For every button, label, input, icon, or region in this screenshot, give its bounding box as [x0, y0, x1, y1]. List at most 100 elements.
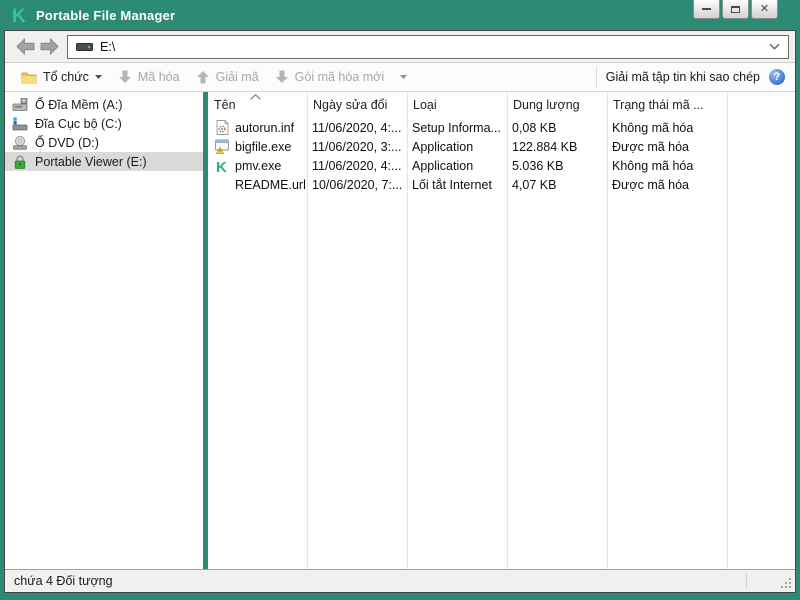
file-row[interactable]: README.url 10/06/2020, 7:... Lối tắt Int… — [208, 175, 795, 194]
file-name-cell: bigfile.exe — [208, 139, 307, 155]
file-name: autorun.inf — [235, 120, 295, 135]
window-controls: ✕ — [693, 0, 778, 19]
file-type: Application — [412, 139, 474, 154]
chevron-down-icon[interactable] — [769, 43, 780, 50]
dvd-drive-icon — [13, 135, 27, 150]
file-list: Tên Ngày sửa đổi Loại Dung lượng Trạng t… — [208, 92, 795, 569]
column-separator[interactable] — [307, 92, 308, 569]
svg-text:K: K — [12, 6, 26, 26]
sidebar-item-dvd-d[interactable]: Ổ DVD (D:) — [5, 133, 203, 152]
file-type: Application — [412, 158, 474, 173]
column-header-name[interactable]: Tên — [208, 98, 307, 112]
file-status: Không mã hóa — [612, 120, 694, 135]
folder-icon — [21, 72, 37, 83]
file-name-cell: K pmv.exe — [208, 158, 307, 174]
kaspersky-app-icon: K — [214, 158, 230, 174]
back-button[interactable] — [13, 35, 37, 59]
help-button[interactable]: ? — [769, 69, 785, 85]
close-icon: ✕ — [759, 2, 770, 15]
sort-ascending-icon — [250, 94, 261, 100]
arrow-down-icon — [118, 70, 131, 83]
column-header-modified[interactable]: Ngày sửa đổi — [307, 98, 407, 112]
minimize-icon — [702, 8, 711, 10]
back-icon — [15, 38, 34, 55]
file-size: 4,07 KB — [512, 177, 557, 192]
drive-label: Portable Viewer (E:) — [35, 154, 147, 169]
window-content: E:\ Tổ chức Mã hóa Giải mã Gói mã hóa mớ… — [4, 30, 796, 593]
kaspersky-logo-icon: K — [12, 6, 26, 26]
decrypt-button[interactable]: Giải mã — [188, 67, 267, 87]
file-name-cell: autorun.inf — [208, 120, 307, 136]
column-separator[interactable] — [507, 92, 508, 569]
file-status: Được mã hóa — [612, 139, 690, 154]
sidebar-item-local-c[interactable]: Đĩa Cục bộ (C:) — [5, 114, 203, 133]
maximize-button[interactable] — [722, 0, 749, 19]
file-status: Được mã hóa — [612, 177, 690, 192]
status-bar: chứa 4 Đối tượng — [5, 569, 795, 592]
drive-label: Ổ Đĩa Mềm (A:) — [35, 97, 123, 112]
forward-button[interactable] — [37, 35, 61, 59]
file-name: pmv.exe — [235, 158, 282, 173]
sidebar-item-portable-viewer-e[interactable]: Portable Viewer (E:) — [5, 152, 203, 171]
file-type: Lối tắt Internet — [412, 177, 492, 192]
drive-label: Ổ DVD (D:) — [35, 135, 99, 150]
caret-down-icon — [400, 75, 408, 79]
column-separator[interactable] — [727, 92, 728, 569]
title-bar[interactable]: K Portable File Manager ✕ — [0, 0, 800, 30]
drive-list: Ổ Đĩa Mềm (A:) Đĩa Cục bộ (C:) Ổ DVD (D:… — [5, 92, 203, 569]
organize-label: Tổ chức — [43, 70, 89, 84]
toolbar-right-group: Giải mã tập tin khi sao chép ? — [595, 66, 787, 88]
file-type: Setup Informa... — [412, 120, 501, 135]
window-title: Portable File Manager — [36, 7, 176, 23]
file-modified: 11/06/2020, 4:... — [312, 120, 402, 135]
file-name-cell: README.url — [208, 177, 307, 193]
sidebar-item-floppy-a[interactable]: Ổ Đĩa Mềm (A:) — [5, 95, 203, 114]
svg-text:K: K — [216, 159, 227, 174]
new-package-label: Gói mã hóa mới — [294, 70, 385, 84]
file-row[interactable]: autorun.inf 11/06/2020, 4:... Setup Info… — [208, 118, 795, 137]
local-disk-icon — [12, 117, 28, 130]
minimize-button[interactable] — [693, 0, 720, 19]
file-name: README.url — [235, 177, 306, 192]
column-separator[interactable] — [607, 92, 608, 569]
navigation-bar: E:\ — [5, 31, 795, 63]
file-size: 5.036 KB — [512, 158, 564, 173]
floppy-drive-icon — [12, 97, 28, 111]
portable-file-manager-window: K Portable File Manager ✕ E:\ Tổ chức Mã… — [0, 0, 800, 600]
column-header-size[interactable]: Dung lượng — [507, 98, 607, 112]
drive-label: Đĩa Cục bộ (C:) — [35, 116, 122, 131]
organize-button[interactable]: Tổ chức — [13, 67, 110, 87]
column-header-type[interactable]: Loại — [407, 98, 507, 112]
status-text: chứa 4 Đối tượng — [14, 574, 113, 588]
file-modified: 10/06/2020, 7:... — [312, 177, 403, 192]
blank-icon — [214, 177, 230, 193]
command-toolbar: Tổ chức Mã hóa Giải mã Gói mã hóa mới Gi… — [5, 63, 795, 92]
statusbar-separator — [746, 573, 747, 589]
lock-icon — [14, 154, 26, 169]
inf-file-icon — [214, 120, 230, 136]
new-encrypted-package-button[interactable]: Gói mã hóa mới — [267, 67, 415, 87]
address-bar[interactable]: E:\ — [67, 34, 789, 59]
address-text: E:\ — [100, 39, 116, 54]
main-area: Ổ Đĩa Mềm (A:) Đĩa Cục bộ (C:) Ổ DVD (D:… — [5, 92, 795, 569]
help-icon: ? — [773, 71, 781, 83]
close-button[interactable]: ✕ — [751, 0, 778, 19]
arrow-up-icon — [196, 71, 209, 84]
encrypt-button[interactable]: Mã hóa — [110, 67, 188, 87]
file-name: bigfile.exe — [235, 139, 292, 154]
drive-icon — [76, 43, 93, 51]
list-header: Tên Ngày sửa đổi Loại Dung lượng Trạng t… — [208, 92, 795, 118]
file-row[interactable]: bigfile.exe 11/06/2020, 3:... Applicatio… — [208, 137, 795, 156]
file-modified: 11/06/2020, 3:... — [312, 139, 402, 154]
column-header-status[interactable]: Trạng thái mã ... — [607, 98, 727, 112]
column-separator[interactable] — [407, 92, 408, 569]
exe-file-icon — [214, 139, 230, 155]
decrypt-label: Giải mã — [215, 70, 259, 84]
file-size: 0,08 KB — [512, 120, 557, 135]
file-row[interactable]: K pmv.exe 11/06/2020, 4:... Application … — [208, 156, 795, 175]
maximize-icon — [731, 5, 740, 13]
file-size: 122.884 KB — [512, 139, 578, 154]
toolbar-separator — [595, 66, 597, 88]
resize-grip-icon[interactable] — [780, 577, 792, 589]
encrypt-label: Mã hóa — [137, 70, 180, 84]
